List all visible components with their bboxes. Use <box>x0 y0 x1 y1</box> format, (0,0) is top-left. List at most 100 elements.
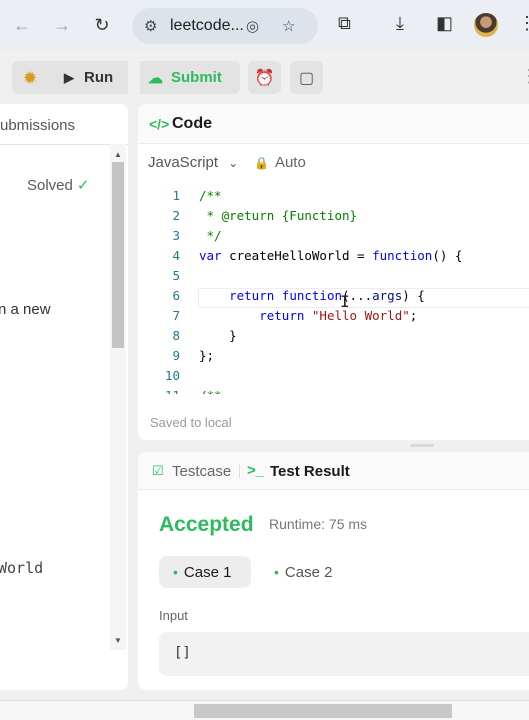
upload-cloud-icon: ☁ <box>148 69 163 87</box>
tab-submissions[interactable]: ubmissions <box>0 117 75 134</box>
note-icon: ▢ <box>298 69 315 87</box>
code-text: var createHelloWorld = function() { <box>199 248 463 263</box>
alarm-button[interactable]: ⏰ <box>248 61 281 94</box>
tab-test-result[interactable]: Test Result <box>270 463 350 480</box>
submit-label: Submit <box>171 69 222 86</box>
line-number: 11 <box>154 388 180 394</box>
description-panel: ubmissions Solved ✓ n a new World ▲ ▼ <box>0 104 128 690</box>
scroll-down-icon[interactable]: ▼ <box>114 636 122 645</box>
code-line[interactable]: 11 /** <box>138 388 529 394</box>
input-label: Input <box>159 608 188 623</box>
code-line[interactable]: 7 return "Hello World"; <box>138 308 529 328</box>
code-text: */ <box>199 228 222 243</box>
code-line[interactable]: 9}; <box>138 348 529 368</box>
lock-icon: 🔒 <box>254 156 269 170</box>
avatar[interactable] <box>474 13 498 37</box>
code-line[interactable]: 2 * @return {Function} <box>138 208 529 228</box>
code-text: return function(...args) { <box>229 288 425 303</box>
text-cursor-icon: I <box>340 292 350 311</box>
code-text: * @return {Function} <box>199 208 358 223</box>
code-line[interactable]: 3 */ <box>138 228 529 248</box>
saved-status: Saved to local <box>150 415 232 430</box>
address-text: leetcode... <box>170 17 244 34</box>
case-tab-1[interactable]: • Case 1 <box>159 556 251 588</box>
divider <box>0 144 128 145</box>
bug-icon: ✹ <box>23 69 37 87</box>
line-number: 4 <box>172 248 180 263</box>
address-bar[interactable]: ⚙ leetcode... ◎ ☆ <box>132 8 318 44</box>
code-text: } <box>199 328 237 343</box>
line-number: 6 <box>172 288 180 303</box>
horizontal-scrollbar[interactable] <box>0 700 529 720</box>
code-panel-header: </> Code <box>138 104 529 144</box>
input-value: [] <box>174 645 191 661</box>
back-icon[interactable]: ← <box>10 13 34 37</box>
solved-label: Solved <box>27 177 73 194</box>
play-icon: ▶ <box>64 69 74 85</box>
line-number: 2 <box>172 208 180 223</box>
terminal-icon: >_ <box>247 462 265 479</box>
line-number: 8 <box>172 328 180 343</box>
debug-button[interactable]: ✹ <box>12 61 48 94</box>
tab-testcase[interactable]: Testcase <box>172 463 231 480</box>
side-panel-icon[interactable]: ◧ <box>436 13 453 34</box>
eye-off-icon[interactable]: ◎ <box>246 17 259 35</box>
result-status: Accepted <box>159 513 254 536</box>
notes-button[interactable]: ▢ <box>290 61 323 94</box>
description-text: n a new <box>0 301 51 318</box>
scroll-up-icon[interactable]: ▲ <box>114 150 122 159</box>
submit-button[interactable]: ☁ Submit <box>140 61 240 94</box>
line-number: 1 <box>172 188 180 203</box>
line-number: 7 <box>172 308 180 323</box>
run-button[interactable]: ▶ Run <box>48 61 128 94</box>
code-text: /** <box>199 188 222 203</box>
extensions-icon[interactable]: ⧉ <box>338 13 351 34</box>
horizontal-scrollbar-thumb[interactable] <box>194 704 452 718</box>
language-label: JavaScript <box>148 154 219 171</box>
code-panel: </> Code JavaScript ⌄ 🔒 Auto 1 /** 2 * @ret… <box>138 104 529 440</box>
code-icon: </> <box>149 116 170 132</box>
run-label: Run <box>84 69 114 86</box>
alarm-clock-icon: ⏰ <box>254 69 275 87</box>
case-tab-2[interactable]: • Case 2 <box>260 556 346 588</box>
language-select[interactable]: JavaScript ⌄ <box>148 154 238 171</box>
star-icon[interactable]: ☆ <box>282 17 295 35</box>
auto-label: Auto <box>274 154 306 171</box>
reload-icon[interactable]: ↻ <box>90 13 114 37</box>
tab-divider <box>239 464 240 478</box>
line-number: 3 <box>172 228 180 243</box>
case-label: Case 1 <box>183 563 232 581</box>
input-value-box: [] <box>159 632 529 676</box>
browser-toolbar: ← → ↻ ⚙ leetcode... ◎ ☆ ⧉ ⤓ ◧ ⋮ <box>0 0 529 50</box>
code-line[interactable]: 6 return function(...args) { <box>138 288 529 308</box>
code-line[interactable]: 10 <box>138 368 529 388</box>
line-number: 10 <box>164 368 180 383</box>
site-info-icon[interactable]: ⚙ <box>144 17 157 35</box>
auto-mode[interactable]: 🔒 Auto <box>254 154 306 171</box>
chevron-down-icon: ⌄ <box>228 156 239 170</box>
pass-dot-icon: • <box>274 564 279 580</box>
runtime-text: Runtime: 75 ms <box>269 516 368 532</box>
example-output-text: World <box>0 559 44 577</box>
code-text: /** <box>199 388 222 394</box>
pass-dot-icon: • <box>173 564 178 580</box>
panel-resize-handle[interactable] <box>410 444 434 447</box>
code-line[interactable]: 5 <box>138 268 529 288</box>
result-panel-header: ☑ Testcase >_ Test Result <box>138 452 529 490</box>
scrollbar-thumb[interactable] <box>112 162 124 348</box>
tab-code[interactable]: Code <box>172 115 212 133</box>
code-line[interactable]: 4 var createHelloWorld = function() { <box>138 248 529 268</box>
code-editor[interactable]: 1/** 2 * @return {Function} 3 */4 var creat… <box>138 186 529 394</box>
check-circle-icon: ✓ <box>76 177 90 194</box>
code-line[interactable]: 8 } <box>138 328 529 348</box>
checkbox-icon: ☑ <box>152 463 164 478</box>
menu-icon[interactable]: ⋮ <box>518 13 529 34</box>
forward-icon[interactable]: → <box>50 13 74 37</box>
line-number: 5 <box>172 268 180 283</box>
solved-status: Solved ✓ <box>27 176 89 194</box>
case-label: Case 2 <box>284 563 333 581</box>
code-text: }; <box>199 348 215 363</box>
more-icon[interactable]: ⋮ <box>520 66 529 87</box>
code-line[interactable]: 1 /** <box>138 188 529 208</box>
download-icon[interactable]: ⤓ <box>396 13 404 34</box>
